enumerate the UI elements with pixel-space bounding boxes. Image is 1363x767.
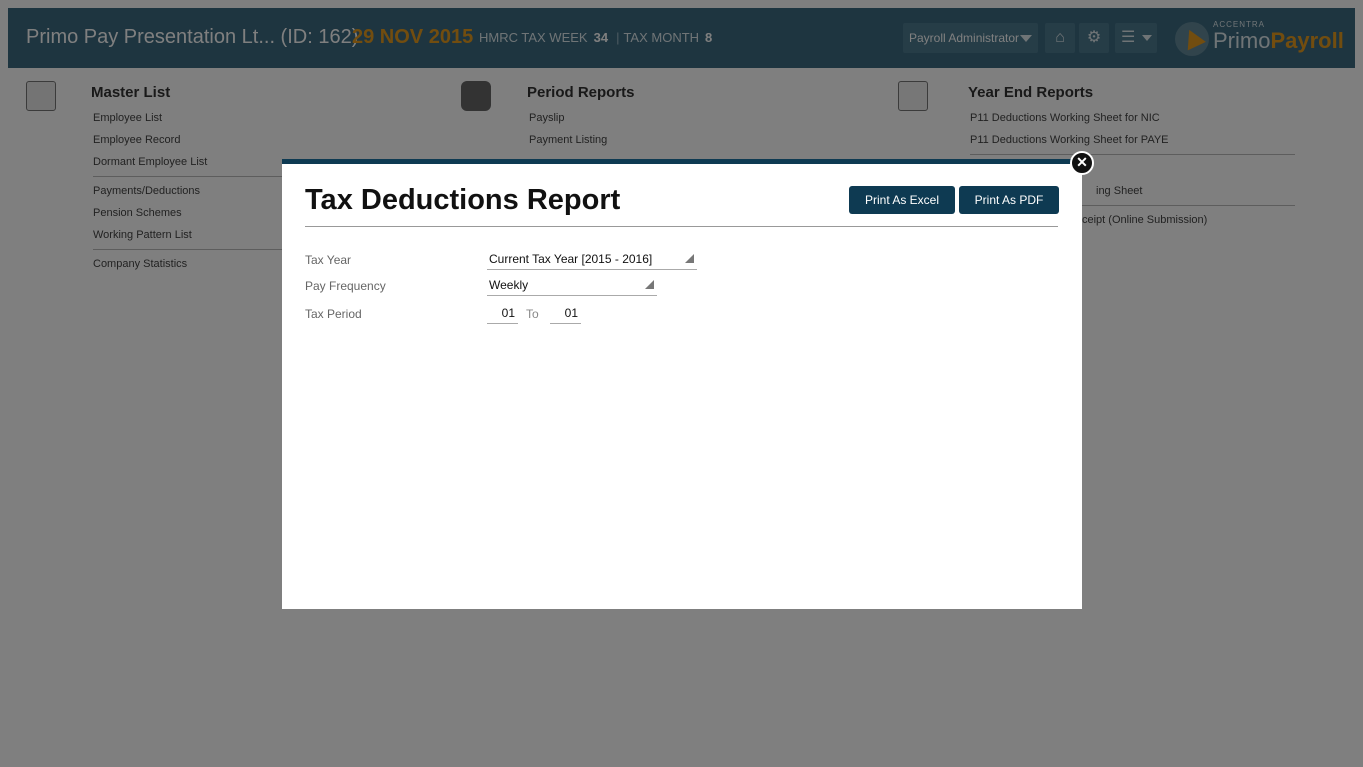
tax-deductions-report-dialog: Tax Deductions Report Print As Excel Pri…: [282, 159, 1082, 609]
print-as-pdf-button[interactable]: Print As PDF: [959, 186, 1059, 214]
tax-period-to-input[interactable]: 01: [550, 306, 581, 324]
tax-period-label: Tax Period: [305, 307, 362, 321]
divider: [305, 226, 1058, 227]
tax-period-from-input[interactable]: 01: [487, 306, 518, 324]
pay-frequency-label: Pay Frequency: [305, 279, 386, 293]
print-as-excel-button[interactable]: Print As Excel: [849, 186, 955, 214]
pay-frequency-select[interactable]: Weekly: [487, 278, 657, 296]
close-icon: ✕: [1076, 154, 1088, 170]
tax-year-select[interactable]: Current Tax Year [2015 - 2016]: [487, 252, 697, 270]
tax-year-label: Tax Year: [305, 253, 352, 267]
tax-year-value: Current Tax Year [2015 - 2016]: [489, 252, 653, 266]
dropdown-arrow-icon: [685, 254, 694, 263]
tax-period-to-label: To: [526, 307, 539, 321]
dropdown-arrow-icon: [645, 280, 654, 289]
pay-frequency-value: Weekly: [489, 278, 529, 292]
dialog-title: Tax Deductions Report: [305, 184, 621, 216]
close-dialog-button[interactable]: ✕: [1070, 151, 1094, 175]
